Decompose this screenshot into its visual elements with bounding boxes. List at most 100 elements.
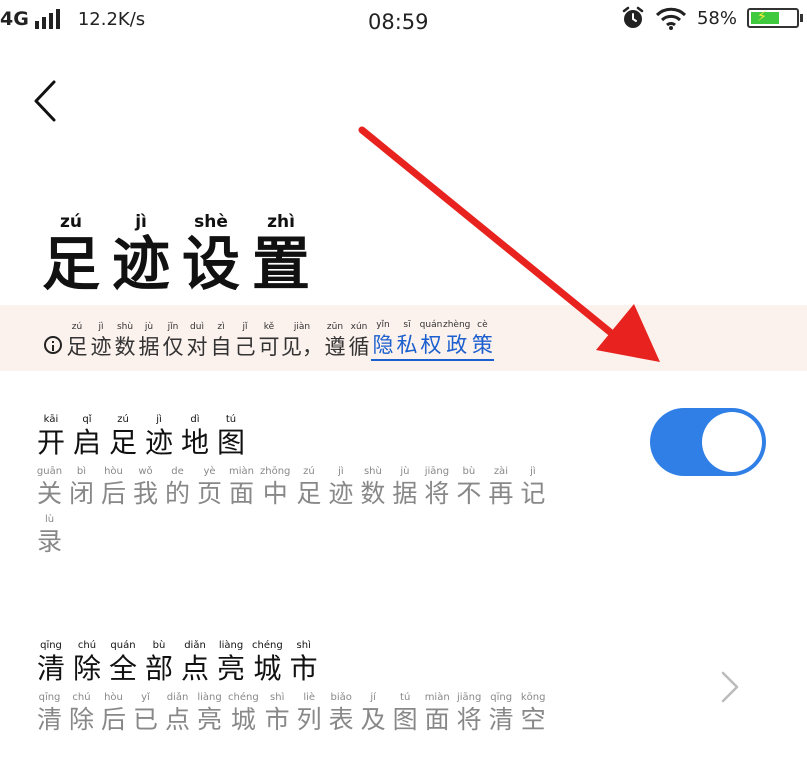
pinyin: de — [171, 466, 184, 477]
network-speed: 12.2K/s — [77, 8, 146, 30]
pinyin: kāi — [43, 414, 59, 425]
pinyin: zì — [217, 322, 225, 332]
ruby-char: jì 记 — [519, 466, 546, 510]
pinyin: bù — [152, 640, 166, 651]
pinyin: qīng — [490, 692, 513, 703]
ruby-char: diǎn 点 — [164, 692, 191, 736]
hanzi: 启 — [72, 426, 101, 459]
pinyin: shù — [116, 322, 134, 332]
pinyin: kě — [263, 322, 275, 332]
ruby-char: kāi 开 — [36, 414, 66, 460]
hanzi: 亮 — [196, 705, 222, 734]
pinyin: jǐn — [167, 322, 179, 332]
hanzi: 亮 — [216, 652, 245, 685]
ruby-char: zú 足 — [65, 321, 89, 361]
pinyin: diǎn — [184, 640, 206, 651]
back-button[interactable] — [28, 78, 68, 124]
pinyin: yǐn — [376, 320, 390, 330]
hanzi: 录 — [36, 527, 62, 556]
hanzi: 城 — [230, 705, 256, 734]
hanzi: 全 — [108, 652, 137, 685]
chevron-left-icon — [34, 80, 56, 122]
status-bar: 4G 12.2K/s 08:59 58% ⚡ — [0, 0, 807, 44]
hanzi: 地 — [180, 426, 209, 459]
ruby-char: zú 足 — [42, 212, 100, 296]
hanzi: 面 — [424, 705, 450, 734]
ruby-char: kōng 空 — [520, 692, 547, 736]
hanzi: 不 — [456, 479, 482, 508]
chevron-right-icon[interactable] — [720, 670, 740, 704]
hanzi: 闭 — [68, 479, 94, 508]
pinyin: jù — [144, 322, 154, 332]
pinyin: lù — [44, 514, 55, 525]
privacy-policy-link[interactable]: yǐn 隐 sī 私 quán 权 zhèng 政 cè 策 — [371, 319, 495, 361]
hanzi: 面 — [228, 479, 254, 508]
ruby-char: jí 及 — [360, 692, 387, 736]
ruby-char: de 的 — [164, 466, 191, 510]
pinyin: jì — [98, 322, 104, 332]
pinyin: jiāng — [457, 692, 482, 703]
pinyin: quán — [419, 320, 443, 330]
pinyin: hòu — [104, 466, 123, 477]
ruby-char: quán 权 — [419, 319, 443, 359]
hanzi: 据 — [392, 479, 418, 508]
ruby-char: zài 再 — [487, 466, 514, 510]
ruby-char: miàn 面 — [228, 466, 255, 510]
setting-description-cont: lù 录 — [36, 514, 551, 558]
ruby-char: jì 迹 — [112, 212, 170, 296]
setting-description: guān 关 bì 闭 hòu 后 wǒ 我 de 的 yè 页 miàn 面 zhōng 中 zú 足 jì 迹 sh… — [36, 466, 551, 510]
pinyin: zhèng — [443, 320, 471, 330]
hanzi: 表 — [328, 705, 354, 734]
pinyin: jì — [338, 466, 344, 477]
pinyin: xún — [350, 322, 368, 332]
setting-clear-cities[interactable]: qīng 清 chú 除 quán 全 bù 部 diǎn 点 liàng 亮 chéng 城 shì 市 q… — [36, 640, 552, 736]
pinyin: zú — [60, 212, 82, 232]
ruby-char: jiàn 见， — [281, 321, 323, 361]
hanzi: 足 — [296, 479, 322, 508]
battery-percent: 58% — [696, 7, 737, 29]
ruby-char: zhèng 政 — [443, 319, 470, 359]
hanzi: 可 — [258, 335, 280, 359]
hanzi: 及 — [360, 705, 386, 734]
ruby-char: wǒ 我 — [132, 466, 159, 510]
pinyin: jiàn — [293, 322, 311, 332]
ruby-char: jiāng 将 — [456, 692, 483, 736]
pinyin: yǐ — [141, 692, 150, 703]
hanzi: 记 — [520, 479, 546, 508]
page-title: zú 足 jì 迹 shè 设 zhì 置 — [42, 212, 322, 296]
hanzi: 的 — [164, 479, 190, 508]
hanzi: 图 — [392, 705, 418, 734]
footprint-map-toggle[interactable] — [650, 408, 766, 476]
ruby-char: zú 足 — [108, 414, 138, 460]
hanzi: 清 — [488, 705, 514, 734]
pinyin: chú — [77, 640, 97, 651]
ruby-char: jì 迹 — [89, 321, 113, 361]
pinyin: liè — [303, 692, 316, 703]
hanzi: 足 — [66, 335, 88, 359]
toggle-knob — [702, 412, 762, 472]
pinyin: kōng — [520, 692, 546, 703]
hanzi: 足 — [108, 426, 137, 459]
hanzi: 市 — [264, 705, 290, 734]
hanzi: 权 — [420, 333, 442, 357]
ruby-char: miàn 面 — [424, 692, 451, 736]
pinyin: zhōng — [260, 466, 291, 477]
ruby-char: jǐ 己 — [233, 321, 257, 361]
hanzi: 清 — [36, 652, 65, 685]
pinyin: tú — [400, 692, 411, 703]
setting-title: kāi 开 qǐ 启 zú 足 jì 迹 dì 地 tú 图 — [36, 414, 551, 460]
pinyin: bì — [76, 466, 87, 477]
ruby-char: shè 设 — [182, 212, 240, 296]
ruby-char: diǎn 点 — [180, 640, 210, 686]
ruby-char: bì 闭 — [68, 466, 95, 510]
pinyin: tú — [225, 414, 237, 425]
ruby-char: yè 页 — [196, 466, 223, 510]
pinyin: wǒ — [138, 466, 153, 477]
ruby-char: qǐ 启 — [72, 414, 102, 460]
pinyin: jì — [530, 466, 536, 477]
info-circle-icon — [44, 336, 62, 354]
hanzi: 清 — [36, 705, 62, 734]
pinyin: diǎn — [166, 692, 189, 703]
ruby-char: qīng 清 — [36, 692, 63, 736]
ruby-char: zì 自 — [209, 321, 233, 361]
